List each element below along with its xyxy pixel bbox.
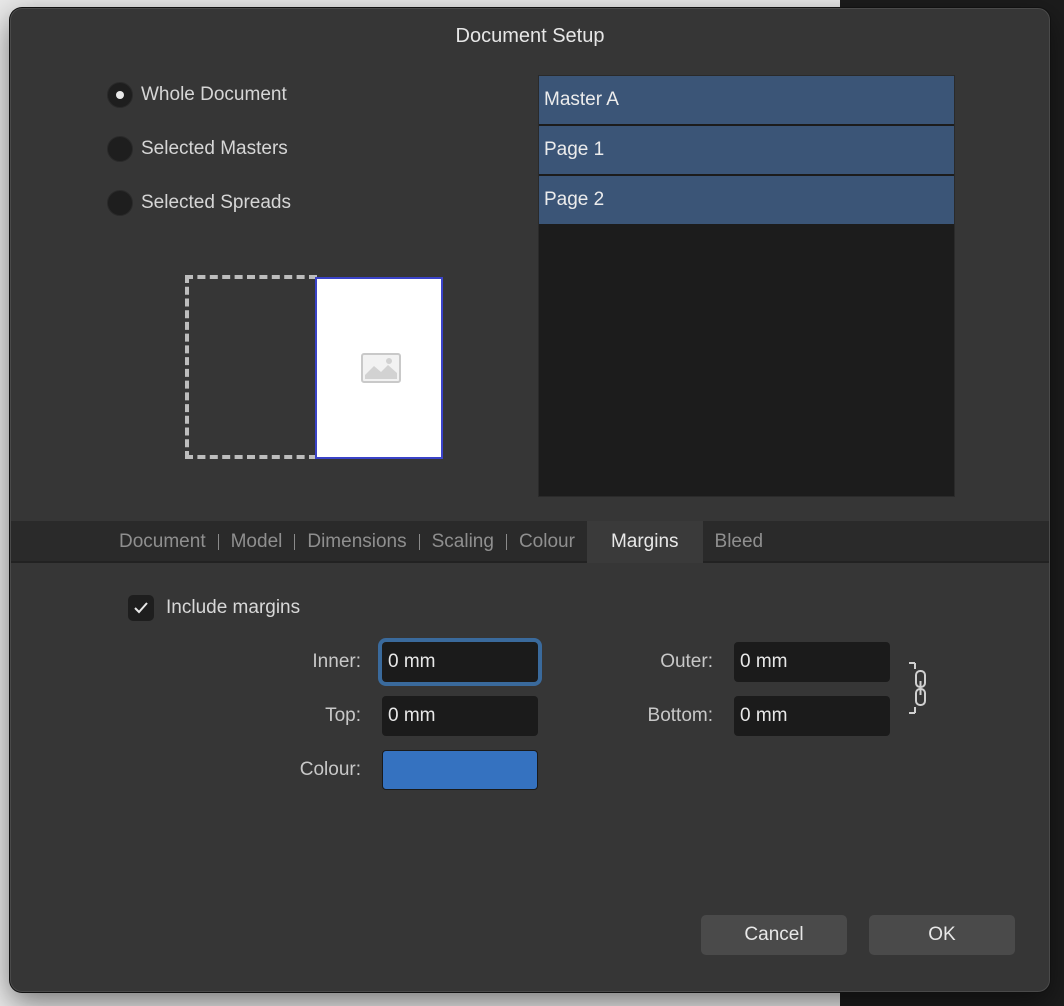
- list-item-page-1[interactable]: Page 1: [539, 126, 954, 174]
- tab-margins[interactable]: Margins: [586, 521, 703, 563]
- tab-bar: Document Model Dimensions Scaling Colour…: [11, 521, 1049, 563]
- tab-document[interactable]: Document: [107, 521, 218, 563]
- radio-selected-spreads[interactable]: Selected Spreads: [107, 190, 291, 216]
- outer-label: Outer:: [660, 651, 713, 672]
- ok-button[interactable]: OK: [869, 915, 1015, 955]
- bottom-label: Bottom:: [647, 705, 713, 726]
- tab-dimensions[interactable]: Dimensions: [295, 521, 418, 563]
- margin-colour-swatch[interactable]: [382, 750, 538, 790]
- checkmark-icon: [134, 602, 148, 614]
- inner-input[interactable]: [382, 642, 538, 682]
- radio-selected-masters[interactable]: Selected Masters: [107, 136, 288, 162]
- dialog-title: Document Setup: [455, 25, 605, 47]
- pages-list[interactable]: Master A Page 1 Page 2: [538, 75, 955, 497]
- radio-label: Selected Masters: [141, 138, 288, 159]
- include-margins-checkbox[interactable]: [128, 595, 154, 621]
- radio-label: Selected Spreads: [141, 192, 291, 213]
- include-margins-row[interactable]: Include margins: [128, 595, 300, 621]
- cancel-button[interactable]: Cancel: [701, 915, 847, 955]
- preview-page: [315, 277, 443, 459]
- radio-whole-document[interactable]: Whole Document: [107, 82, 287, 108]
- include-margins-label: Include margins: [166, 597, 301, 618]
- radio-button[interactable]: [107, 82, 133, 108]
- chain-link-icon[interactable]: [907, 661, 935, 715]
- outer-input[interactable]: [734, 642, 890, 682]
- tab-bleed[interactable]: Bleed: [703, 521, 776, 563]
- tab-model[interactable]: Model: [219, 521, 295, 563]
- list-item-page-2[interactable]: Page 2: [539, 176, 954, 224]
- bottom-input[interactable]: [734, 696, 890, 736]
- radio-button[interactable]: [107, 136, 133, 162]
- empty-left-page: [185, 275, 317, 459]
- document-setup-dialog: Document Setup Whole Document Selected M…: [10, 8, 1050, 992]
- image-placeholder-icon: [361, 353, 401, 383]
- inner-label: Inner:: [312, 651, 361, 672]
- top-input[interactable]: [382, 696, 538, 736]
- spread-preview: [185, 275, 443, 459]
- radio-button[interactable]: [107, 190, 133, 216]
- radio-label: Whole Document: [141, 84, 287, 105]
- colour-label: Colour:: [299, 759, 361, 780]
- radio-selected-dot: [116, 91, 124, 99]
- list-item-master-a[interactable]: Master A: [539, 76, 954, 124]
- tab-scaling[interactable]: Scaling: [420, 521, 506, 563]
- tab-colour[interactable]: Colour: [507, 521, 587, 563]
- top-label: Top:: [325, 705, 361, 726]
